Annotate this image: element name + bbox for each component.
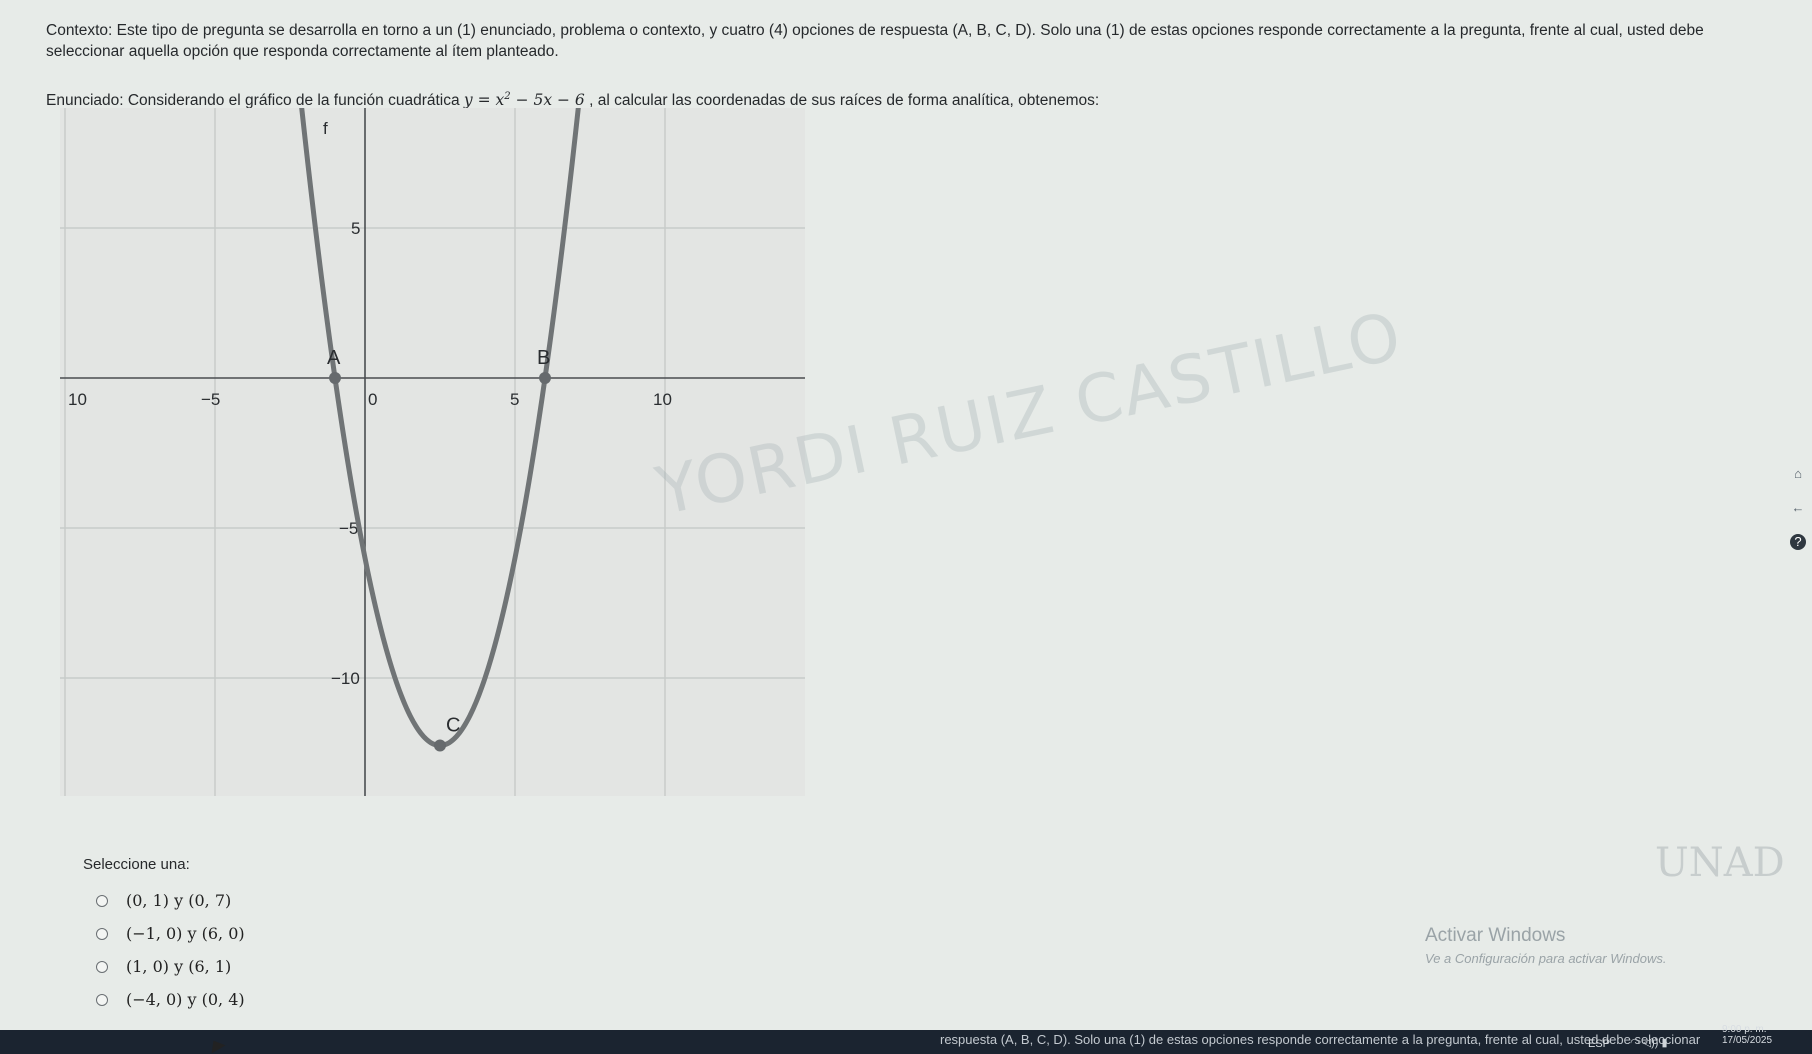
x-tick-label: 0 — [368, 390, 377, 409]
point-c — [434, 739, 446, 752]
clock-date: 17/05/2025 — [1722, 1035, 1773, 1046]
side-toolbar: ⌂ ← ? — [1790, 466, 1810, 568]
option-text: (0, 1) y (0, 7) — [126, 891, 232, 910]
function-label: f — [323, 119, 328, 138]
option-text: (1, 0) y (6, 1) — [126, 957, 232, 976]
graph-labels: 10 −5 0 5 10 5 −5 −10 f — [68, 119, 672, 688]
language-indicator[interactable]: ESP — [1588, 1038, 1610, 1050]
option-text: (−4, 0) y (0, 4) — [126, 990, 245, 1009]
unad-logo: UNAD — [1655, 840, 1785, 886]
x-tick-label: −5 — [201, 390, 220, 409]
radio-button[interactable] — [96, 960, 108, 973]
select-label: Seleccione una: — [83, 856, 190, 873]
activate-title: Activar Windows — [1425, 925, 1566, 946]
y-tick-label: 5 — [351, 219, 360, 238]
point-b — [539, 372, 551, 384]
option-a[interactable]: (0, 1) y (0, 7) — [96, 884, 245, 917]
point-c-label: C — [446, 715, 460, 737]
radio-button[interactable] — [96, 894, 108, 907]
clock[interactable]: 9:00 p. m. 17/05/2025 — [1722, 1024, 1772, 1046]
option-b[interactable]: (−1, 0) y (6, 0) — [96, 917, 245, 950]
parabola-curve — [299, 108, 581, 749]
context-text: Contexto: Este tipo de pregunta se desar… — [46, 22, 1704, 60]
point-a — [329, 372, 341, 384]
tray-icons[interactable]: ◠ ◁)) ▮ — [1630, 1036, 1668, 1049]
back-arrow-icon[interactable]: ← — [1790, 500, 1806, 516]
point-a-label: A — [327, 347, 341, 369]
clock-time: 9:00 p. m. — [1722, 1024, 1767, 1035]
help-icon[interactable]: ? — [1790, 534, 1806, 550]
option-text: (−1, 0) y (6, 0) — [126, 924, 245, 943]
home-icon[interactable]: ⌂ — [1790, 466, 1806, 482]
x-tick-label: 5 — [510, 390, 519, 409]
formula: y = x2 − 5x − 6 — [464, 91, 585, 109]
x-tick-label: 10 — [68, 390, 87, 409]
option-c[interactable]: (1, 0) y (6, 1) — [96, 950, 245, 983]
x-tick-label: 10 — [653, 390, 672, 409]
point-b-label: B — [537, 347, 550, 369]
answer-options: (0, 1) y (0, 7) (−1, 0) y (6, 0) (1, 0) … — [96, 884, 245, 1016]
activate-subtitle: Ve a Configuración para activar Windows. — [1425, 951, 1667, 966]
option-d[interactable]: (−4, 0) y (0, 4) — [96, 983, 245, 1016]
bottom-ghost-text: respuesta (A, B, C, D). Solo una (1) de … — [940, 1032, 1701, 1047]
formula-y: y = x — [463, 91, 505, 110]
formula-rest: − 5x − 6 — [510, 91, 585, 110]
y-tick-label: −5 — [339, 519, 358, 538]
enunciado-before: Enunciado: Considerando el gráfico de la… — [46, 92, 464, 110]
radio-button[interactable] — [96, 993, 108, 1006]
y-tick-label: −10 — [331, 669, 360, 688]
enunciado-after: , al calcular las coordenadas de sus raí… — [584, 92, 1100, 110]
radio-button[interactable] — [96, 927, 108, 940]
windows-activation: Activar Windows Ve a Configuración para … — [1425, 925, 1666, 966]
